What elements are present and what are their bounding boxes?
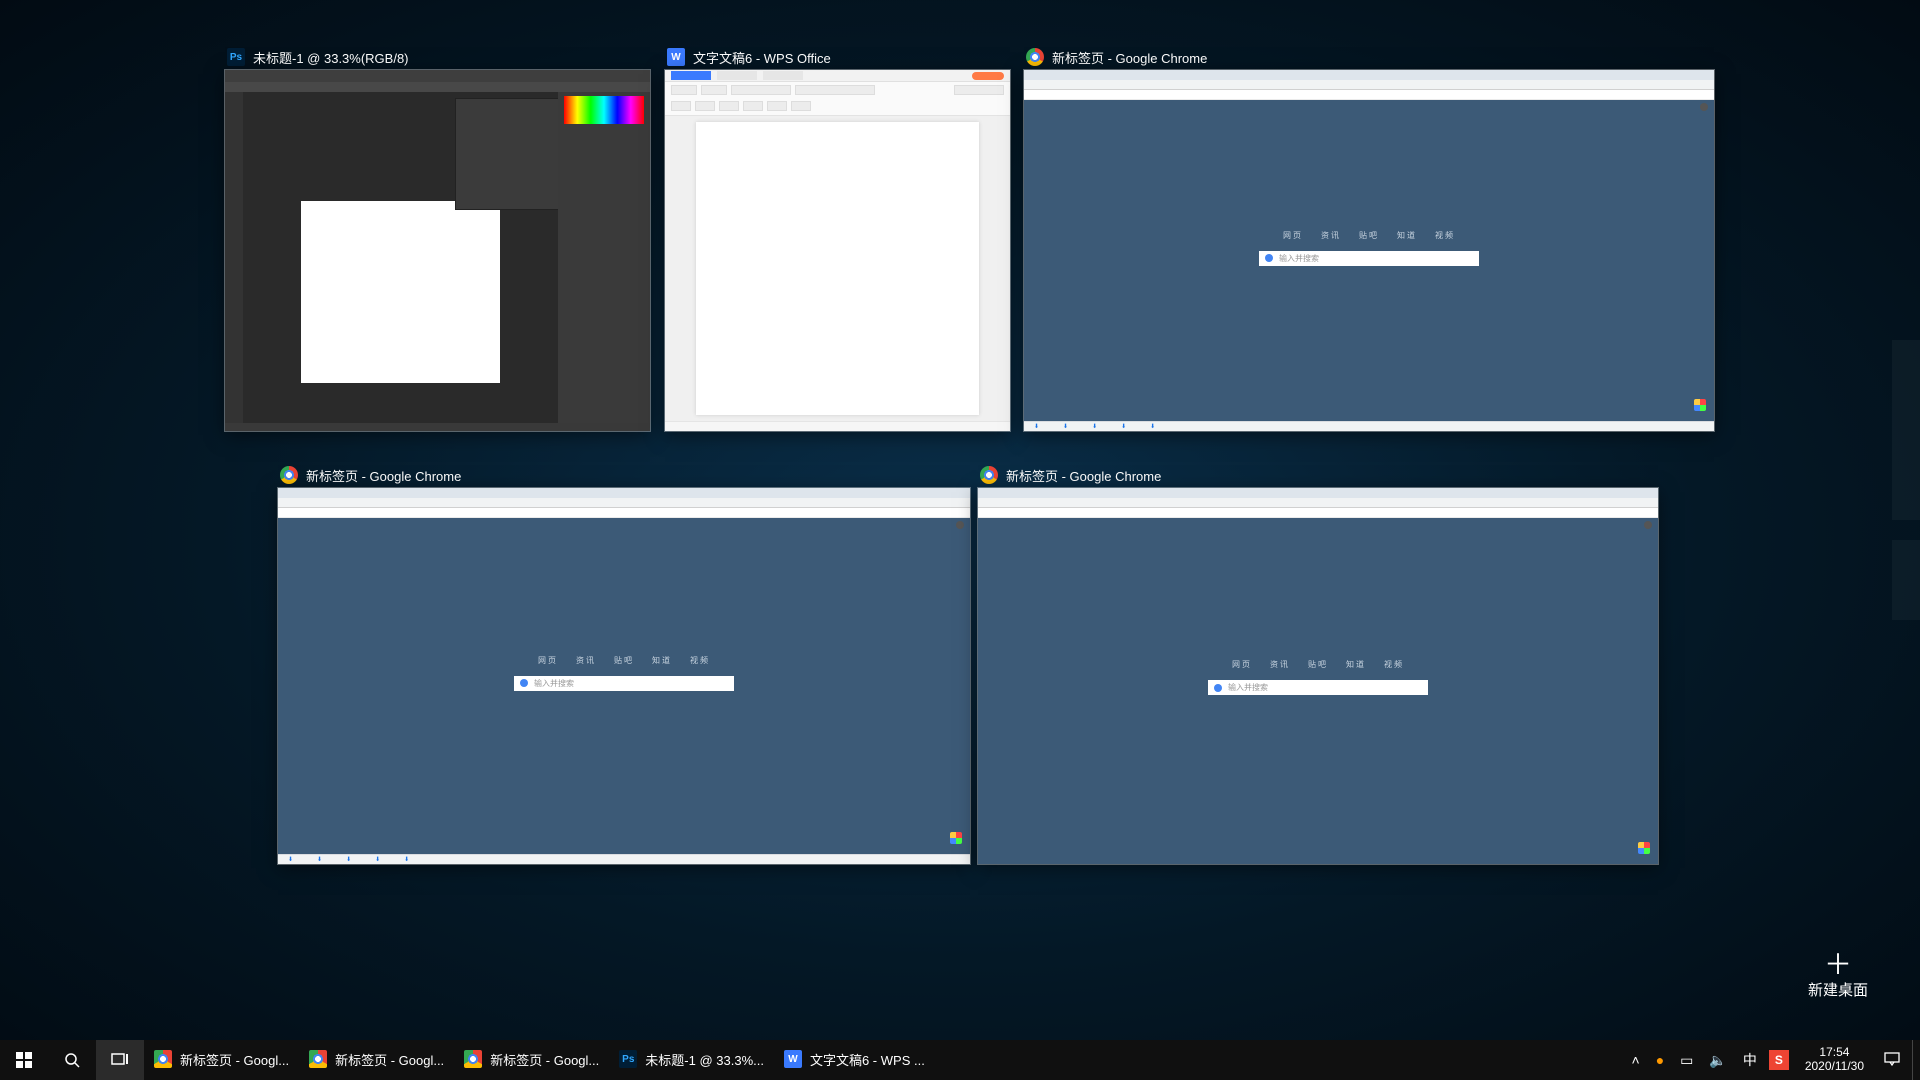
thumb-titlebar: W 文字文稿6 - WPS Office bbox=[665, 46, 1010, 70]
window-thumb-chrome[interactable]: 新标签页 - Google Chrome 网页资讯贴吧知道视频 输入并搜索 bbox=[1024, 46, 1714, 431]
clock[interactable]: 17:54 2020/11/30 bbox=[1797, 1046, 1872, 1074]
thumb-title: 新标签页 - Google Chrome bbox=[1052, 48, 1207, 67]
thumb-titlebar: 新标签页 - Google Chrome bbox=[278, 464, 970, 488]
chrome-icon bbox=[309, 1050, 327, 1068]
newtab-nav: 网页资讯贴吧知道视频 bbox=[1208, 659, 1428, 670]
pinwheel-icon bbox=[950, 832, 962, 844]
taskbar-app[interactable]: 新标签页 - Googl... bbox=[299, 1040, 454, 1080]
newtab-nav: 网页资讯贴吧知道视频 bbox=[514, 655, 734, 666]
window-thumb-chrome[interactable]: 新标签页 - Google Chrome 网页资讯贴吧知道视频 输入并搜索 bbox=[278, 464, 970, 864]
window-thumb-photoshop[interactable]: Ps 未标题-1 @ 33.3%(RGB/8) bbox=[225, 46, 650, 431]
volume-icon[interactable]: 🔈 bbox=[1705, 1052, 1730, 1069]
new-desktop-button[interactable]: ＋ 新建桌面 bbox=[1808, 951, 1868, 1000]
thumb-titlebar: 新标签页 - Google Chrome bbox=[978, 464, 1658, 488]
network-icon[interactable]: ▭ bbox=[1676, 1052, 1697, 1069]
pinwheel-icon bbox=[1694, 399, 1706, 411]
window-thumb-wps[interactable]: W 文字文稿6 - WPS Office bbox=[665, 46, 1010, 431]
photoshop-icon: Ps bbox=[619, 1050, 637, 1068]
search-button[interactable] bbox=[48, 1040, 96, 1080]
ime-indicator[interactable]: 中 bbox=[1739, 1050, 1761, 1070]
taskbar-app[interactable]: Ps 未标题-1 @ 33.3%... bbox=[609, 1040, 774, 1080]
tray-app-icon[interactable]: ● bbox=[1652, 1052, 1668, 1068]
chrome-icon bbox=[1026, 48, 1044, 66]
taskbar-app[interactable]: 新标签页 - Googl... bbox=[454, 1040, 609, 1080]
task-view-button[interactable] bbox=[96, 1040, 144, 1080]
wps-icon: W bbox=[784, 1050, 802, 1068]
taskbar-app-label: 文字文稿6 - WPS ... bbox=[810, 1050, 925, 1069]
task-view: Ps 未标题-1 @ 33.3%(RGB/8) W 文字文稿6 - WPS Of… bbox=[0, 0, 1920, 1080]
action-center-icon[interactable] bbox=[1880, 1051, 1904, 1070]
thumb-title: 文字文稿6 - WPS Office bbox=[693, 48, 831, 67]
plus-icon: ＋ bbox=[1808, 951, 1868, 979]
taskbar-app-label: 未标题-1 @ 33.3%... bbox=[645, 1050, 764, 1069]
chrome-icon bbox=[980, 466, 998, 484]
thumb-content: 网页资讯贴吧知道视频 输入并搜索 bbox=[978, 488, 1658, 864]
thumb-content bbox=[665, 70, 1010, 431]
thumb-title: 新标签页 - Google Chrome bbox=[1006, 466, 1161, 485]
newtab-search: 输入并搜索 bbox=[1259, 251, 1479, 266]
chrome-icon bbox=[464, 1050, 482, 1068]
photoshop-icon: Ps bbox=[227, 48, 245, 66]
thumb-content: 网页资讯贴吧知道视频 输入并搜索 bbox=[1024, 70, 1714, 431]
show-desktop-button[interactable] bbox=[1912, 1040, 1918, 1080]
window-thumb-chrome[interactable]: 新标签页 - Google Chrome 网页资讯贴吧知道视频 输入并搜索 bbox=[978, 464, 1658, 864]
tray-overflow-icon[interactable]: ˄ bbox=[1628, 1052, 1644, 1068]
chrome-icon bbox=[280, 466, 298, 484]
sogou-ime-icon[interactable]: S bbox=[1769, 1050, 1789, 1070]
desktop-peek bbox=[1892, 540, 1920, 620]
taskbar-app-label: 新标签页 - Googl... bbox=[335, 1050, 444, 1069]
taskbar-app[interactable]: 新标签页 - Googl... bbox=[144, 1040, 299, 1080]
chrome-icon bbox=[154, 1050, 172, 1068]
clock-time: 17:54 bbox=[1805, 1046, 1864, 1060]
thumb-titlebar: Ps 未标题-1 @ 33.3%(RGB/8) bbox=[225, 46, 650, 70]
start-button[interactable] bbox=[0, 1040, 48, 1080]
thumb-titlebar: 新标签页 - Google Chrome bbox=[1024, 46, 1714, 70]
thumb-content bbox=[225, 70, 650, 431]
thumb-title: 未标题-1 @ 33.3%(RGB/8) bbox=[253, 48, 409, 67]
taskbar-app[interactable]: W 文字文稿6 - WPS ... bbox=[774, 1040, 935, 1080]
system-tray: ˄ ● ▭ 🔈 中 S 17:54 2020/11/30 bbox=[1628, 1040, 1920, 1080]
thumb-title: 新标签页 - Google Chrome bbox=[306, 466, 461, 485]
wps-icon: W bbox=[667, 48, 685, 66]
newtab-nav: 网页资讯贴吧知道视频 bbox=[1259, 230, 1479, 241]
taskbar: 新标签页 - Googl... 新标签页 - Googl... 新标签页 - G… bbox=[0, 1040, 1920, 1080]
newtab-search: 输入并搜索 bbox=[514, 676, 734, 691]
new-desktop-label: 新建桌面 bbox=[1808, 979, 1868, 1000]
taskbar-app-label: 新标签页 - Googl... bbox=[490, 1050, 599, 1069]
desktop-peek bbox=[1892, 340, 1920, 520]
newtab-search: 输入并搜索 bbox=[1208, 680, 1428, 695]
pinwheel-icon bbox=[1638, 842, 1650, 854]
clock-date: 2020/11/30 bbox=[1805, 1060, 1864, 1074]
taskbar-app-label: 新标签页 - Googl... bbox=[180, 1050, 289, 1069]
thumb-content: 网页资讯贴吧知道视频 输入并搜索 bbox=[278, 488, 970, 864]
